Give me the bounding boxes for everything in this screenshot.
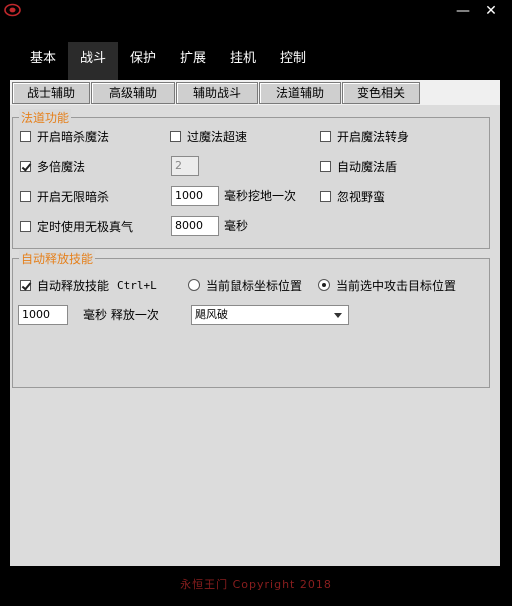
radio-target-position[interactable]: 当前选中攻击目标位置 [318,275,456,295]
multi-magic-checkbox[interactable]: 多倍魔法 [20,156,85,176]
checkbox-box[interactable] [320,190,331,202]
auto-release-checkbox[interactable]: 自动释放技能 Ctrl+L [20,275,157,295]
tab-extend[interactable]: 扩展 [168,42,218,80]
skill-select-value: 飓风破 [195,308,228,321]
group-title: 自动释放技能 [19,250,96,267]
subtab-advanced[interactable]: 高级辅助 [91,82,175,104]
checkbox-box-checked[interactable] [20,279,31,291]
unlimited-dark-checkbox[interactable]: 开启无限暗杀 [20,186,109,206]
over-magic-speed-checkbox[interactable]: 过魔法超速 [170,126,247,146]
copyright-footer: 永恒王门 Copyright 2018 [180,578,332,591]
subtab-assist-combat[interactable]: 辅助战斗 [176,82,258,104]
subtab-color[interactable]: 变色相关 [342,82,420,104]
tab-idle[interactable]: 挂机 [218,42,268,80]
checkbox-box[interactable] [20,220,31,232]
skill-select[interactable]: 飓风破 [191,305,349,325]
open-magic-turn-checkbox[interactable]: 开启魔法转身 [320,126,409,146]
subtab-warrior[interactable]: 战士辅助 [12,82,90,104]
qi-interval-unit: 毫秒 [224,219,249,233]
chevron-down-icon [334,313,342,318]
open-dark-kill-checkbox[interactable]: 开启暗杀魔法 [20,126,109,146]
tab-combat[interactable]: 战斗 [68,42,118,80]
top-tab-bar: 基本 战斗 保护 扩展 挂机 控制 [18,42,318,80]
multi-magic-value: 2 [171,156,199,176]
minimize-button[interactable]: — [452,2,474,20]
combat-panel: 战士辅助 高级辅助 辅助战斗 法道辅助 变色相关 法道功能 开启暗杀魔法 过魔法… [10,80,500,566]
checkbox-box[interactable] [320,160,331,172]
shortcut-label: Ctrl+L [117,278,157,292]
close-button[interactable]: ✕ [480,2,502,20]
release-interval-input[interactable]: 1000 [18,305,68,325]
release-interval-label: 毫秒 释放一次 [83,308,159,322]
mage-functions-group: 法道功能 开启暗杀魔法 过魔法超速 开启魔法转身 多倍魔法 2 自动魔法盾 开启… [12,109,490,249]
tab-protect[interactable]: 保护 [118,42,168,80]
timed-qi-checkbox[interactable]: 定时使用无极真气 [20,216,133,236]
checkbox-box[interactable] [320,130,331,142]
group-title: 法道功能 [19,109,72,126]
ignore-brutal-checkbox[interactable]: 忽视野蛮 [320,186,385,206]
radio-mouse-position[interactable]: 当前鼠标坐标位置 [188,275,302,295]
sub-tab-bar: 战士辅助 高级辅助 辅助战斗 法道辅助 变色相关 [12,82,421,104]
checkbox-box[interactable] [20,130,31,142]
checkbox-box-checked[interactable] [20,160,31,172]
radio-button-selected[interactable] [318,279,330,291]
app-logo-icon [4,3,21,17]
subtab-mage-assist[interactable]: 法道辅助 [259,82,341,104]
auto-shield-checkbox[interactable]: 自动魔法盾 [320,156,397,176]
dig-interval-label: 毫秒挖地一次 [224,189,297,203]
content-area: 法道功能 开启暗杀魔法 过魔法超速 开启魔法转身 多倍魔法 2 自动魔法盾 开启… [10,105,500,566]
radio-button[interactable] [188,279,200,291]
qi-interval-input[interactable]: 8000 [171,216,219,236]
tab-basic[interactable]: 基本 [18,42,68,80]
checkbox-box[interactable] [20,190,31,202]
tab-control[interactable]: 控制 [268,42,318,80]
auto-skill-group: 自动释放技能 自动释放技能 Ctrl+L 当前鼠标坐标位置 当前选中攻击目标位置… [12,250,490,388]
dig-interval-input[interactable]: 1000 [171,186,219,206]
checkbox-box[interactable] [170,130,181,142]
